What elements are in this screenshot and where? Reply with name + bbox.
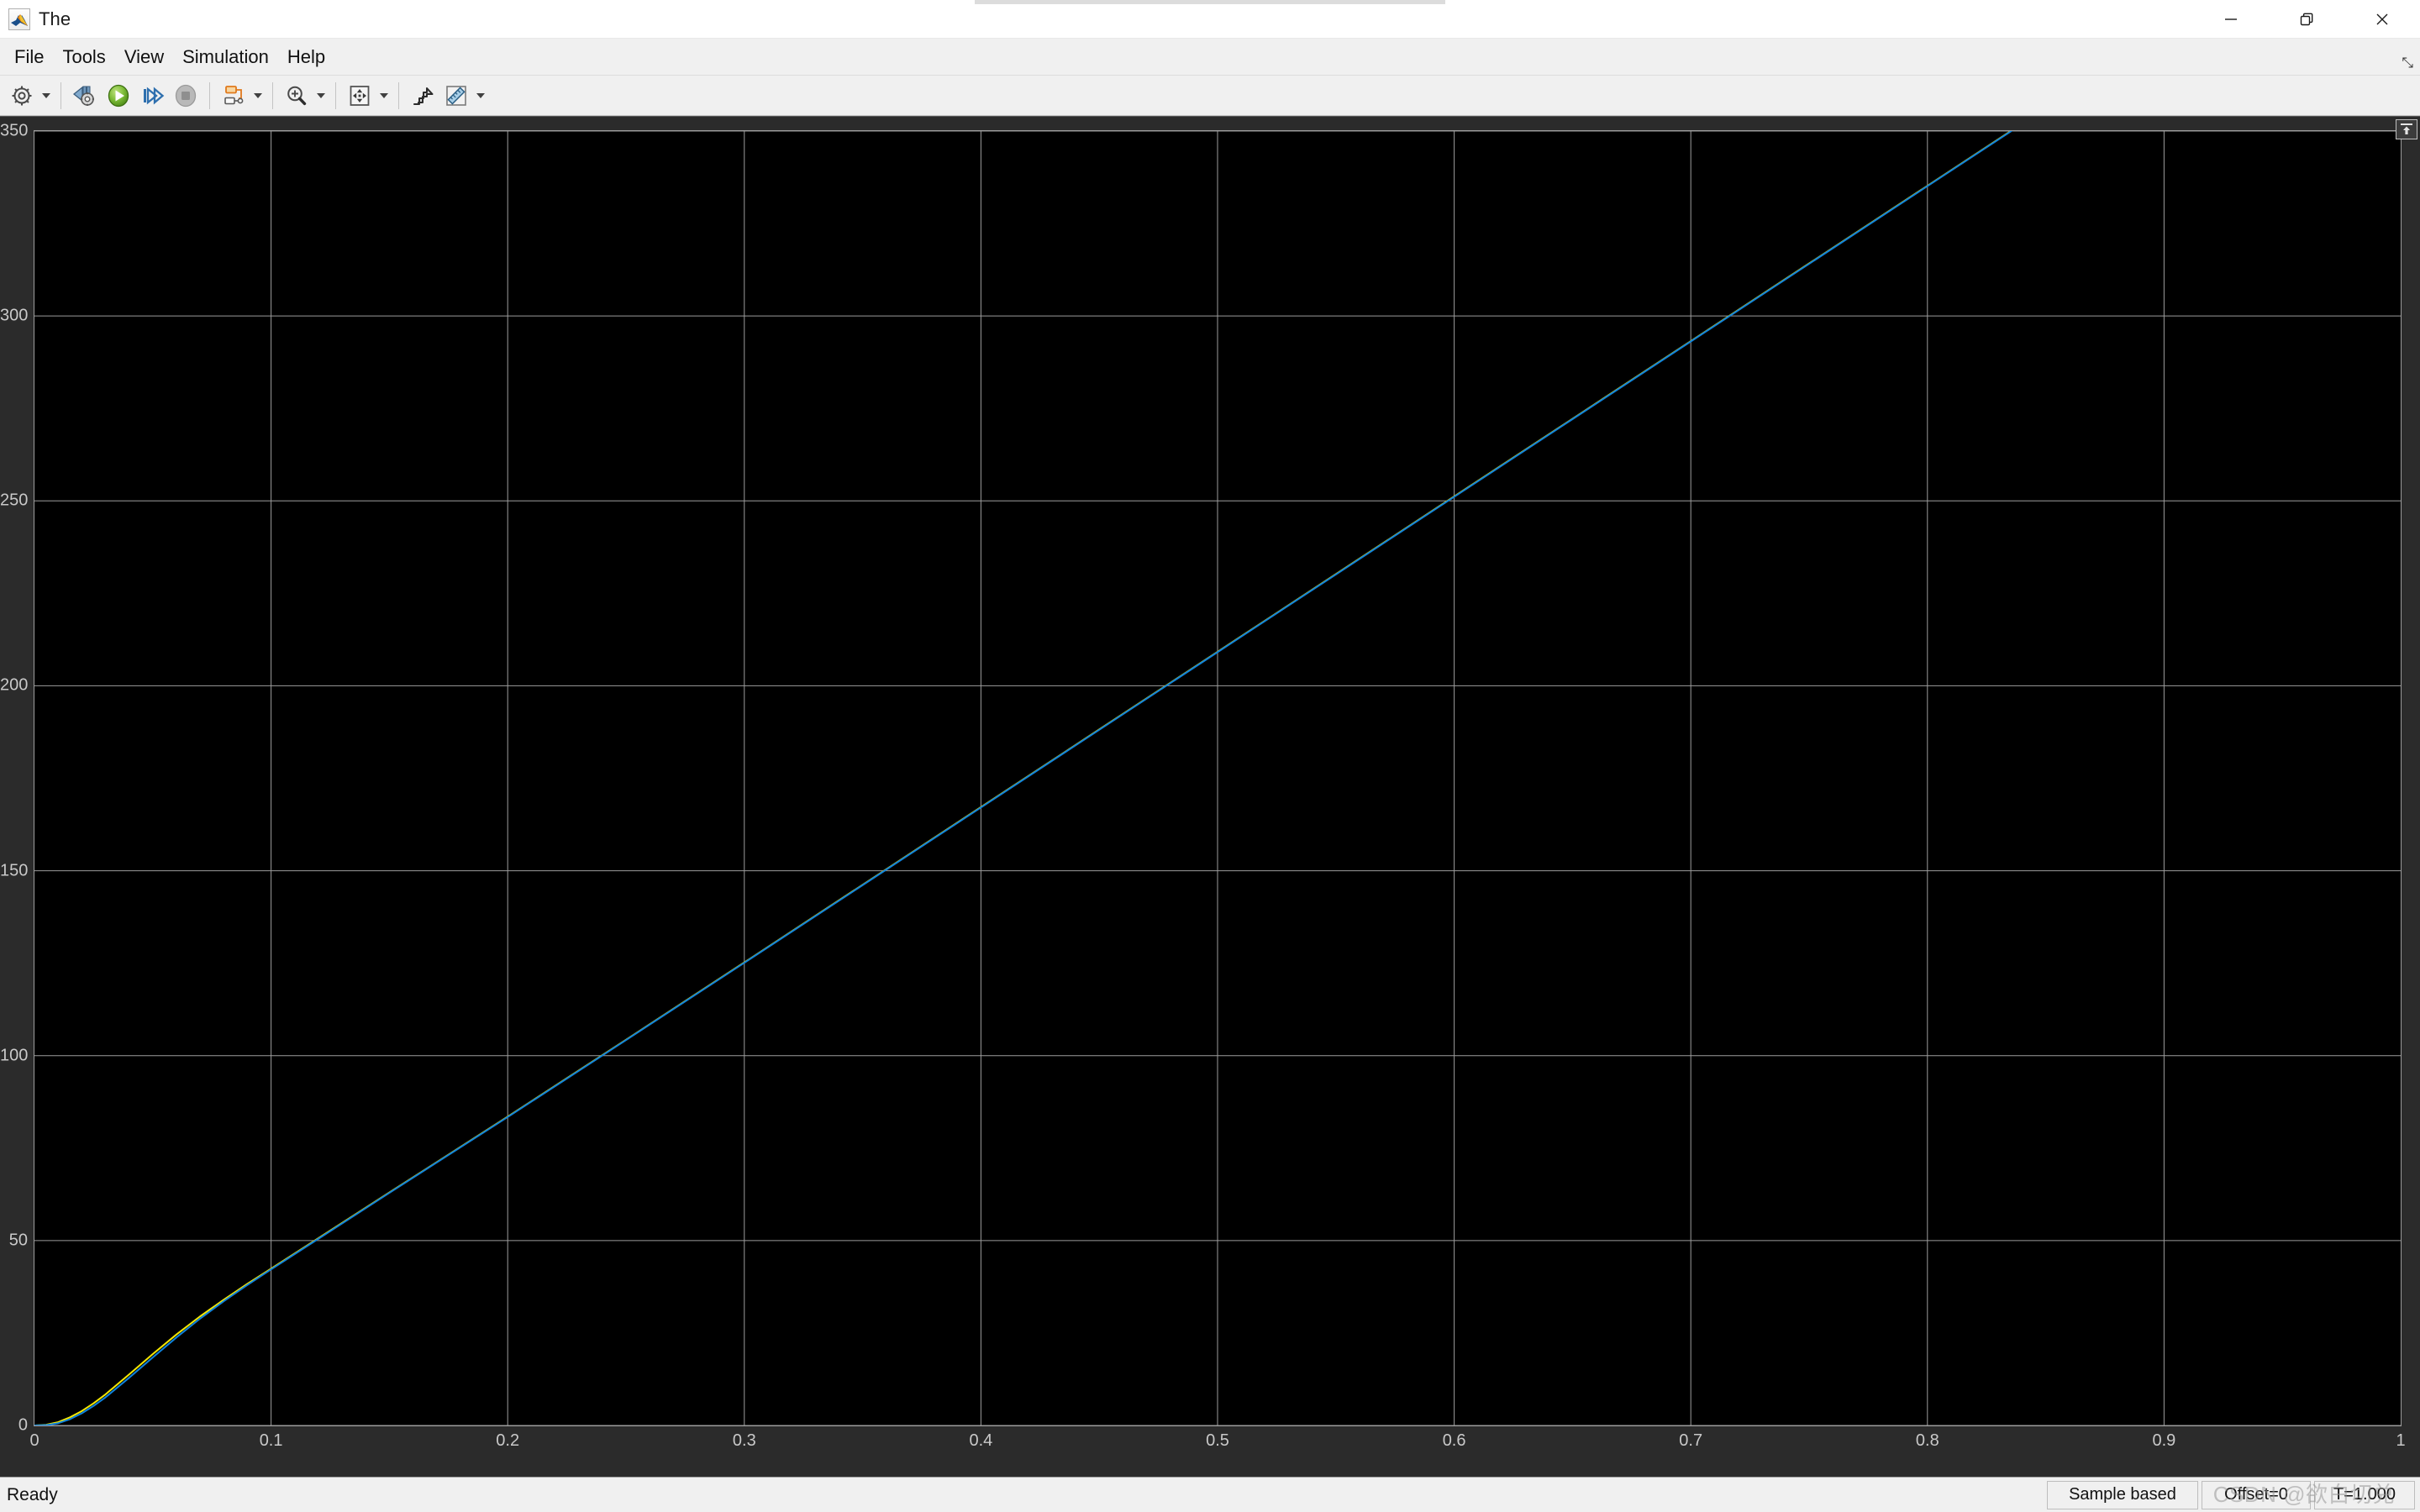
toolbar-separator <box>335 81 336 109</box>
scope-window: The File Tools View Simulation Help ⤡ 0 … <box>0 0 2420 1512</box>
status-time: T=1.000 <box>2314 1480 2415 1509</box>
series-signal-2-yellow <box>34 131 2012 1425</box>
minimize-icon[interactable] <box>2193 0 2269 39</box>
play-icon <box>108 84 129 107</box>
toolbar-separator <box>398 81 399 109</box>
gear-play-icon <box>72 86 94 106</box>
ruler-icon <box>446 85 466 106</box>
zoom-in-icon <box>287 86 307 105</box>
scale-axes-limits-button[interactable] <box>343 79 376 113</box>
status-bar: Ready Sample based Offset=0 T=1.000 CSDN… <box>0 1477 2420 1512</box>
zoom-in-button[interactable] <box>280 79 313 113</box>
toolbar-separator <box>272 81 273 109</box>
toolbar-separator <box>60 81 61 109</box>
title-bar-left: The <box>0 8 71 30</box>
plot-signal-traces <box>34 131 2013 1425</box>
y-tick-label: 350 <box>0 121 29 140</box>
x-tick-label: 0 <box>29 1431 39 1450</box>
status-offset: Offset=0 <box>2202 1480 2311 1509</box>
x-tick-label: 0.4 <box>969 1431 993 1450</box>
measurements-button[interactable] <box>439 79 473 113</box>
measurements-dropdown[interactable] <box>473 79 488 113</box>
signal-selection-button[interactable] <box>217 79 250 113</box>
menu-bar: File Tools View Simulation Help ⤡ <box>0 39 2420 76</box>
run-button[interactable] <box>102 79 135 113</box>
plot-canvas[interactable] <box>34 130 2402 1426</box>
menu-item-file[interactable]: File <box>5 43 53 71</box>
configuration-properties-button[interactable] <box>5 79 39 113</box>
stop-icon <box>175 84 197 107</box>
window-controls <box>2193 0 2420 39</box>
status-sample-mode: Sample based <box>2047 1480 2198 1509</box>
y-tick-label: 0 <box>18 1415 28 1435</box>
x-axis-ticks: 0 0.1 0.2 0.3 0.4 0.5 0.6 0.7 0.8 0.9 1 <box>29 1431 2406 1457</box>
x-tick-label: 0.6 <box>1442 1431 1466 1450</box>
toolbar <box>0 76 2420 116</box>
window-title: The <box>39 8 71 29</box>
signal-selection-dropdown[interactable] <box>250 79 266 113</box>
gear-icon <box>12 86 32 105</box>
simulink-model-settings-button[interactable] <box>68 79 102 113</box>
x-tick-label: 0.2 <box>496 1431 520 1450</box>
menu-item-simulation[interactable]: Simulation <box>173 43 278 71</box>
zoom-in-dropdown[interactable] <box>313 79 329 113</box>
step-forward-icon <box>144 87 165 104</box>
scale-axes-limits-dropdown[interactable] <box>376 79 392 113</box>
stop-button <box>169 79 203 113</box>
close-icon[interactable] <box>2344 0 2420 39</box>
cursor-measurements-button[interactable] <box>406 79 439 113</box>
x-tick-label: 0.8 <box>1915 1431 1939 1450</box>
y-tick-label: 50 <box>8 1231 28 1250</box>
step-forward-button[interactable] <box>135 79 169 113</box>
y-tick-label: 150 <box>0 861 29 880</box>
menu-item-view[interactable]: View <box>115 43 173 71</box>
status-ready-label: Ready <box>7 1484 58 1504</box>
title-bar: The <box>0 0 2420 39</box>
y-tick-label: 300 <box>0 306 29 325</box>
scope-plot-area: 0 50 100 150 200 250 300 350 0 0.1 0.2 0.3 0.4 0.5 0.… <box>0 116 2420 1477</box>
expand-panel-icon[interactable] <box>2396 119 2417 139</box>
y-axis-ticks: 0 50 100 150 200 250 300 350 <box>0 122 34 1435</box>
menu-item-help[interactable]: Help <box>278 43 334 71</box>
fit-to-view-icon <box>350 85 370 106</box>
status-cells: Sample based Offset=0 T=1.000 <box>2044 1480 2420 1510</box>
y-tick-label: 200 <box>0 675 29 695</box>
configuration-properties-dropdown[interactable] <box>39 79 54 113</box>
toolbar-separator <box>209 81 210 109</box>
x-tick-label: 0.9 <box>2152 1431 2176 1450</box>
step-arrow-icon <box>413 87 434 105</box>
y-tick-label: 100 <box>0 1046 29 1065</box>
x-tick-label: 0.7 <box>1679 1431 1703 1450</box>
x-tick-label: 0.3 <box>732 1431 756 1450</box>
x-tick-label: 1 <box>2396 1431 2406 1450</box>
y-tick-label: 250 <box>0 491 29 510</box>
x-tick-label: 0.1 <box>259 1431 283 1450</box>
menu-item-tools[interactable]: Tools <box>53 43 114 71</box>
series-signal-1-blue <box>34 131 2013 1425</box>
matlab-icon <box>8 8 30 30</box>
restore-icon[interactable] <box>2269 0 2344 39</box>
x-tick-label: 0.5 <box>1206 1431 1229 1450</box>
signal-blocks-icon <box>224 85 244 104</box>
title-bar-drag-strip <box>975 0 1445 4</box>
menu-overflow-icon[interactable]: ⤡ <box>2402 55 2413 71</box>
